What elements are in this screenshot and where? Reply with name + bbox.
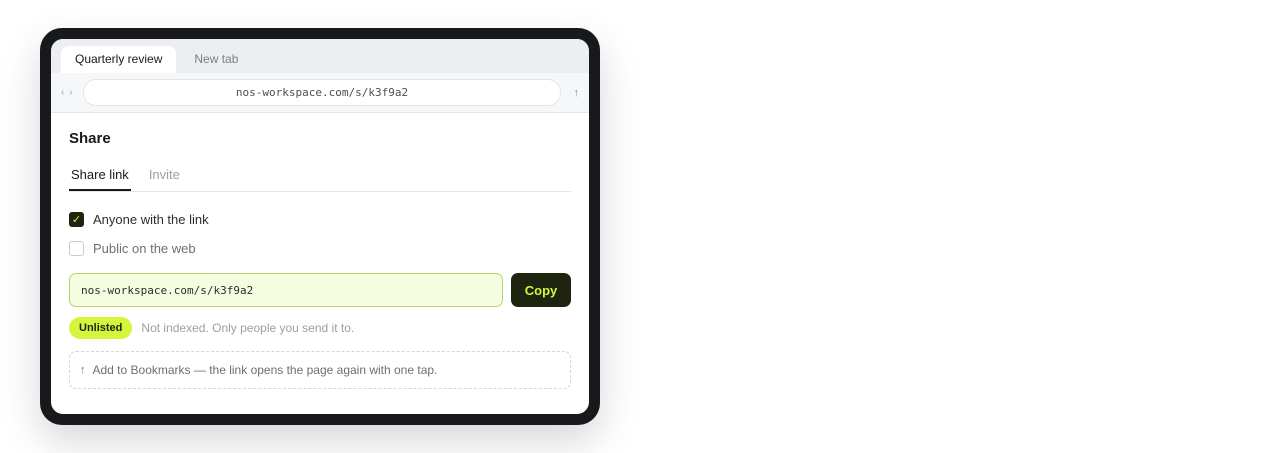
tab-invite[interactable]: Invite — [147, 165, 182, 191]
status-badge: Unlisted — [69, 317, 133, 339]
share-panel: Share Share link Invite ✓ Anyone with th… — [51, 113, 589, 389]
checkbox-checked-icon[interactable]: ✓ — [69, 211, 84, 227]
option-public-on-web[interactable]: Public on the web — [69, 239, 571, 257]
link-row: Copy — [69, 273, 571, 307]
visibility-status: Unlisted Not indexed. Only people you se… — [69, 317, 571, 339]
browser-tab-strip: Quarterly review New tab — [51, 39, 589, 73]
browser-tab-quarterly-review[interactable]: Quarterly review — [61, 46, 177, 73]
share-arrow-icon: ↑ — [80, 364, 86, 376]
address-bar-row: ‹ › nos-workspace.com/s/k3f9a2 ↑ — [51, 73, 589, 113]
share-tabs: Share link Invite — [69, 165, 571, 192]
option-label: Anyone with the link — [93, 211, 209, 227]
share-link-input[interactable] — [69, 273, 503, 307]
tip-text: Add to Bookmarks — the link opens the pa… — [92, 363, 438, 377]
copy-button[interactable]: Copy — [511, 273, 571, 307]
share-arrow-icon[interactable]: ↑ — [561, 87, 580, 99]
status-text: Not indexed. Only people you send it to. — [141, 321, 355, 335]
checkbox-unchecked-icon[interactable] — [69, 240, 84, 256]
option-anyone-with-link[interactable]: ✓ Anyone with the link — [69, 210, 571, 228]
browser-window: Quarterly review New tab ‹ › nos-workspa… — [51, 39, 589, 414]
back-forward-chevrons-icon[interactable]: ‹ › — [61, 87, 83, 98]
bookmark-tip: ↑ Add to Bookmarks — the link opens the … — [69, 351, 571, 389]
tab-share-link[interactable]: Share link — [69, 165, 131, 191]
option-label: Public on the web — [93, 240, 196, 256]
url-bar[interactable]: nos-workspace.com/s/k3f9a2 — [83, 79, 561, 106]
tablet-frame: Quarterly review New tab ‹ › nos-workspa… — [40, 28, 600, 425]
panel-title: Share — [69, 130, 111, 147]
browser-tab-new[interactable]: New tab — [180, 46, 252, 73]
